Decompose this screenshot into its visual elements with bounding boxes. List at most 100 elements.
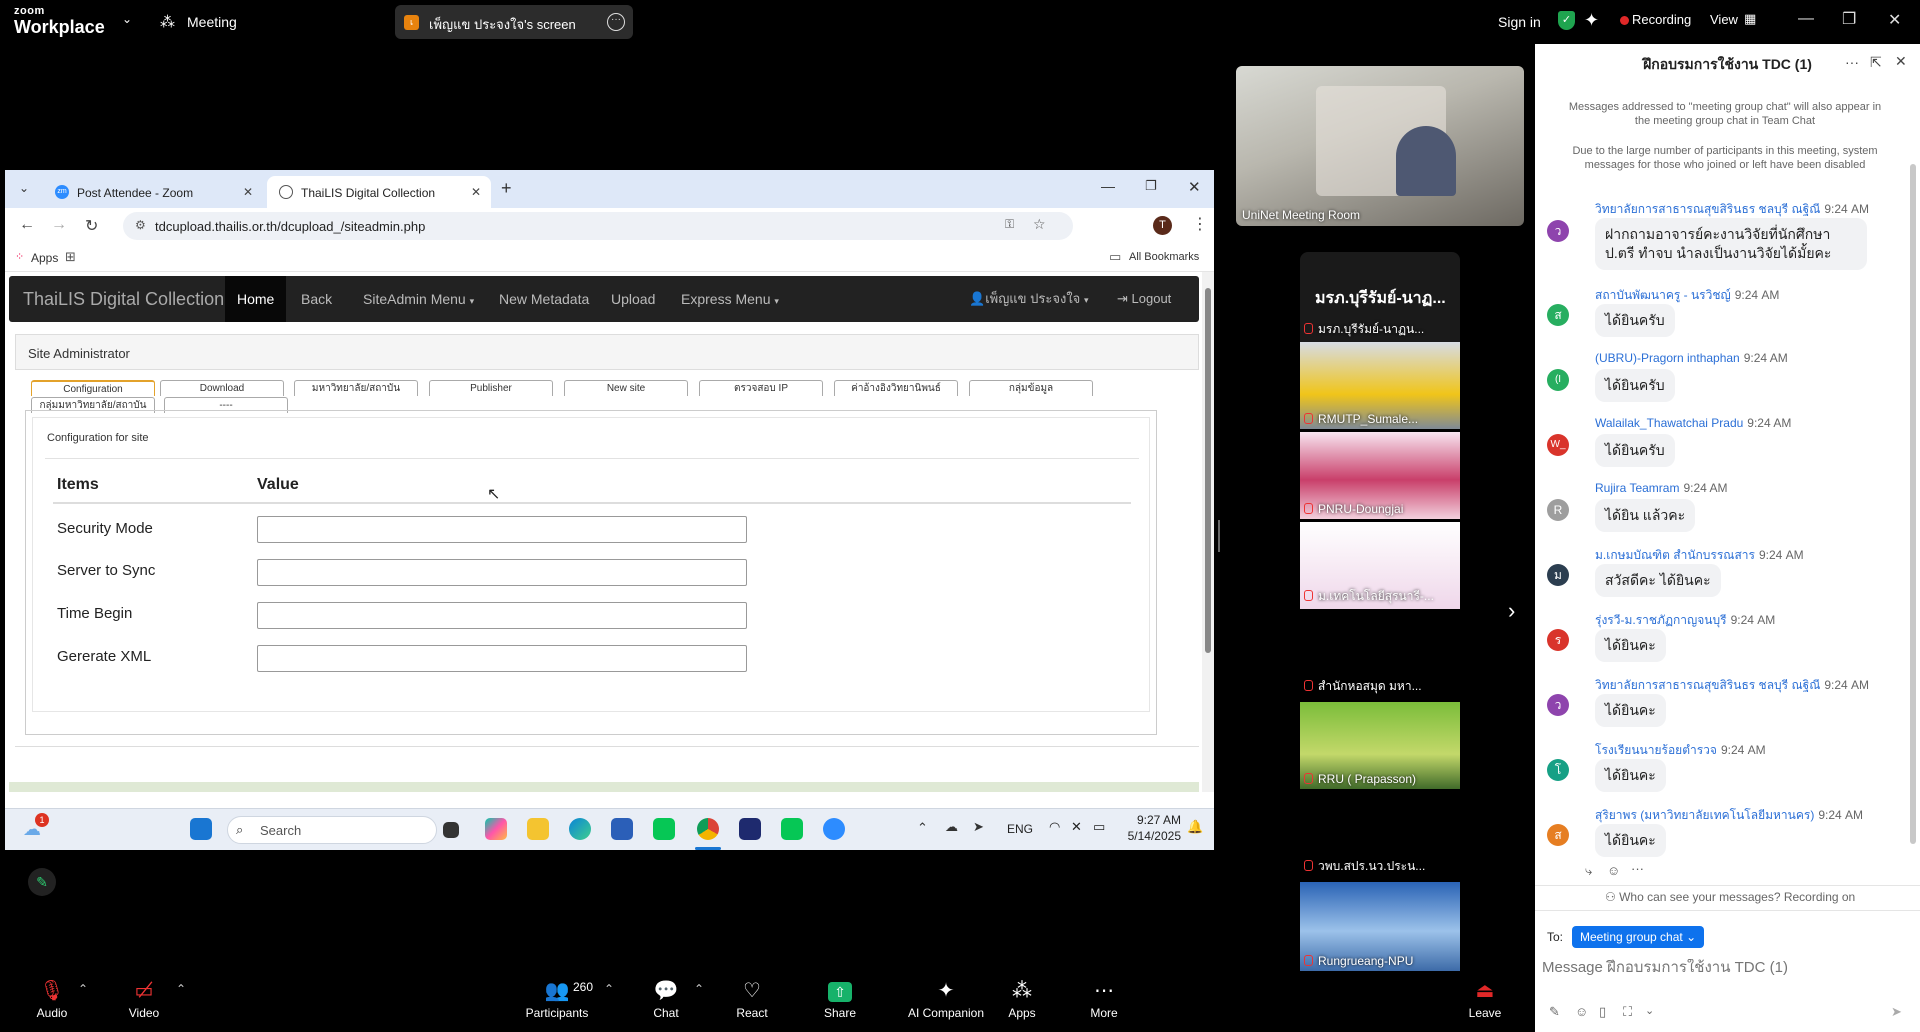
nav-back[interactable]: Back xyxy=(301,276,332,322)
server-sync-input[interactable] xyxy=(257,559,747,586)
send-icon[interactable]: ➤ xyxy=(1891,1004,1902,1020)
screenshot-icon[interactable]: ⛶ xyxy=(1623,1004,1632,1020)
nav-logout[interactable]: ⇥ Logout xyxy=(1117,276,1171,322)
more-button[interactable]: ⋯ More xyxy=(1064,976,1144,1020)
cloud-icon[interactable]: ☁ xyxy=(945,819,958,835)
tab-thesis-ref[interactable]: ค่าอ้างอิงวิทยานิพนธ์ xyxy=(834,380,958,396)
sender-name[interactable]: วิทยาลัยการสาธารณสุขสิรินธร ชลบุรี ณฐิณี… xyxy=(1595,200,1869,219)
format-icon[interactable]: ✎ xyxy=(1549,1004,1560,1020)
tab-thailis[interactable]: ThaiLIS Digital Collection ✕ xyxy=(267,176,491,208)
close-tab-icon[interactable]: ✕ xyxy=(471,185,481,199)
leave-button[interactable]: ⏏ Leave xyxy=(1445,976,1525,1020)
share-button[interactable]: ⇧ Share xyxy=(800,976,880,1020)
emoji-react-icon[interactable]: ☺ xyxy=(1607,863,1620,878)
apps-button[interactable]: ⁂ Apps xyxy=(982,976,1062,1020)
chevron-down-icon[interactable]: ⌄ xyxy=(1645,1004,1654,1017)
send-icon[interactable]: ➤ xyxy=(973,819,984,835)
tab-groups-icon[interactable]: ⊞ xyxy=(65,249,76,265)
sender-name[interactable]: วิทยาลัยการสาธารณสุขสิรินธร ชลบุรี ณฐิณี… xyxy=(1595,676,1869,695)
close-icon[interactable]: ✕ xyxy=(1888,10,1901,30)
reload-icon[interactable]: ↻ xyxy=(85,216,98,236)
windows-start-icon[interactable] xyxy=(190,818,212,840)
sender-name[interactable]: Rujira Teamram 9:24 AM xyxy=(1595,481,1728,495)
security-mode-input[interactable] xyxy=(257,516,747,543)
copilot-icon[interactable] xyxy=(485,818,507,840)
tray-chevron-icon[interactable]: ⌃ xyxy=(917,820,928,836)
tab-post-attendee[interactable]: zm Post Attendee - Zoom ✕ xyxy=(43,176,263,208)
tab-data-group[interactable]: กลุ่มข้อมูล xyxy=(969,380,1093,396)
close-chat-icon[interactable]: ✕ xyxy=(1895,53,1907,70)
url-field[interactable]: ⚙ tdcupload.thailis.or.th/dcupload_/site… xyxy=(123,212,1073,240)
restore-icon[interactable]: ❐ xyxy=(1842,9,1856,29)
line-icon[interactable] xyxy=(653,818,675,840)
recipient-dropdown[interactable]: Meeting group chat ⌄ xyxy=(1572,926,1705,948)
mute-icon[interactable]: ✕ xyxy=(1071,819,1082,835)
next-page-chevron-icon[interactable]: › xyxy=(1508,598,1515,624)
tab-check-ip[interactable]: ตรวจสอบ IP xyxy=(699,380,823,396)
nav-siteadmin-menu[interactable]: SiteAdmin Menu ▾ xyxy=(363,276,474,322)
annotate-pen-icon[interactable]: ✎ xyxy=(28,868,56,896)
back-arrow-icon[interactable]: ← xyxy=(19,216,35,234)
chevron-down-icon[interactable]: ⌄ xyxy=(122,12,132,26)
video-tile[interactable]: RMUTP_Sumale... xyxy=(1300,342,1460,429)
nav-home[interactable]: Home xyxy=(225,276,287,322)
sender-name[interactable]: สุริยาพร (มหาวิทยาลัยเทคโนโลยีมหานคร) 9:2… xyxy=(1595,806,1863,825)
file-icon[interactable]: ▯ xyxy=(1599,1004,1606,1020)
sender-name[interactable]: สถาบันพัฒนาครู - นรวิชญ์ 9:24 AM xyxy=(1595,286,1779,305)
chat-scrollbar[interactable] xyxy=(1910,164,1916,844)
new-tab-icon[interactable]: + xyxy=(501,178,512,199)
taskbar-search[interactable]: ⌕ Search xyxy=(227,816,437,844)
privacy-notice[interactable]: ⚇ Who can see your messages? Recording o… xyxy=(1605,890,1855,904)
react-button[interactable]: ♡ React xyxy=(712,976,792,1020)
chat-chevron-icon[interactable]: ⌃ xyxy=(694,982,704,996)
more-actions-icon[interactable]: ··· xyxy=(1631,861,1644,876)
encryption-shield-icon[interactable]: ✓ xyxy=(1558,11,1575,30)
tab-publisher[interactable]: Publisher xyxy=(429,380,553,396)
ai-sparkle-icon[interactable]: ✦ xyxy=(1584,10,1599,31)
forward-arrow-icon[interactable]: → xyxy=(51,216,67,234)
tab-download[interactable]: Download xyxy=(160,380,284,396)
video-tile[interactable]: วพบ.สปร.นว.ประน... xyxy=(1300,792,1460,879)
sender-name[interactable]: รุ่งรวี-ม.ราชภัฏกาญจนบุรี 9:24 AM xyxy=(1595,611,1775,630)
sender-name[interactable]: Walailak_Thawatchai Pradu 9:24 AM xyxy=(1595,416,1791,430)
close-tab-icon[interactable]: ✕ xyxy=(243,185,253,199)
nav-upload[interactable]: Upload xyxy=(611,276,655,322)
restore-icon[interactable]: ❐ xyxy=(1145,178,1157,194)
zoom-workplace-logo[interactable]: zoom Workplace xyxy=(14,6,105,37)
scroll-thumb[interactable] xyxy=(1205,288,1211,653)
participants-chevron-icon[interactable]: ⌃ xyxy=(604,982,614,996)
screen-share-indicator[interactable]: เ เพ็ญแข ประจงใจ's screen ··· xyxy=(395,5,633,39)
tab-new-site[interactable]: New site xyxy=(564,380,688,396)
minimize-icon[interactable]: — xyxy=(1798,10,1814,28)
chrome-icon[interactable] xyxy=(697,818,719,840)
site-brand[interactable]: ThaiLIS Digital Collection xyxy=(23,276,224,322)
close-icon[interactable]: ✕ xyxy=(1188,178,1201,196)
view-grid-icon[interactable]: ▦ xyxy=(1744,11,1756,27)
ai-companion-button[interactable]: ✦ AI Companion xyxy=(896,976,996,1020)
notifications-icon[interactable]: 🔔 xyxy=(1187,819,1203,835)
bookmark-apps[interactable]: Apps xyxy=(31,251,58,265)
all-bookmarks[interactable]: All Bookmarks xyxy=(1129,251,1199,263)
app-icon[interactable] xyxy=(739,818,761,840)
language-indicator[interactable]: ENG xyxy=(1007,822,1033,836)
profile-avatar[interactable]: T xyxy=(1153,216,1172,235)
page-scrollbar[interactable] xyxy=(1202,272,1214,792)
sign-in-link[interactable]: Sign in xyxy=(1498,14,1541,30)
task-view-icon[interactable] xyxy=(443,822,459,838)
store-icon[interactable] xyxy=(611,818,633,840)
video-tile[interactable]: ม.เทคโนโลยีสุรนารี-... xyxy=(1300,522,1460,609)
nav-user-menu[interactable]: 👤เพ็ญแข ประจงใจ ▾ xyxy=(969,276,1088,322)
video-button[interactable]: ▭̸ Video xyxy=(104,976,184,1020)
more-options-icon[interactable]: ··· xyxy=(607,13,625,31)
password-key-icon[interactable]: ⚿ xyxy=(1005,217,1014,232)
time-begin-input[interactable] xyxy=(257,602,747,629)
audio-options-chevron-icon[interactable]: ⌃ xyxy=(78,982,88,996)
wifi-icon[interactable]: ◠ xyxy=(1049,819,1060,835)
clock-time[interactable]: 9:27 AM xyxy=(1121,813,1181,827)
reply-icon[interactable]: ⤷ xyxy=(1585,863,1592,879)
video-options-chevron-icon[interactable]: ⌃ xyxy=(176,982,186,996)
tab-configuration[interactable]: Configuration xyxy=(31,380,155,396)
video-tile-main[interactable]: UniNet Meeting Room xyxy=(1236,66,1524,226)
recording-status[interactable]: Recording xyxy=(1632,12,1691,27)
splitter-handle[interactable] xyxy=(1218,520,1220,552)
